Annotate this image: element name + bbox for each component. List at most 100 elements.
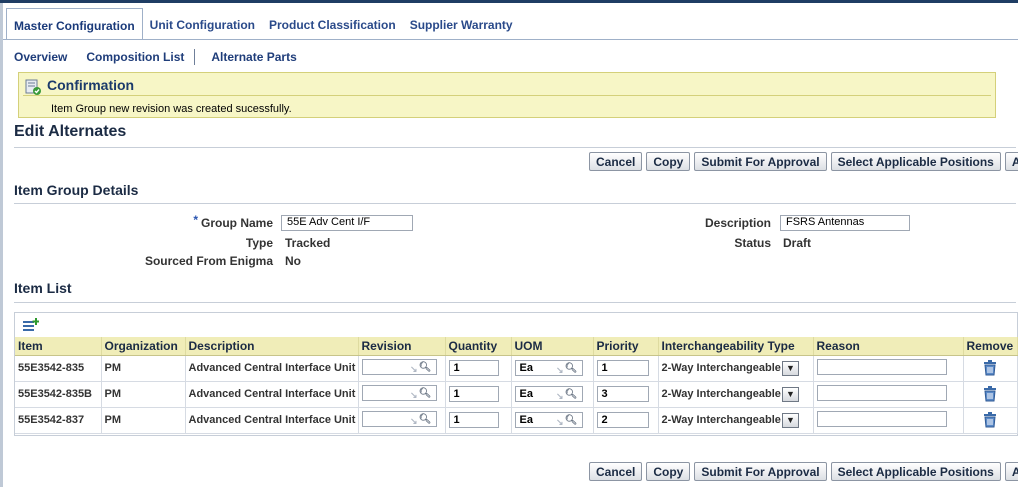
reason-cell (813, 407, 964, 434)
lov-arrow-icon: ↘ (555, 391, 564, 401)
quantity-cell: 1 (445, 381, 512, 408)
quantity-input[interactable]: 1 (448, 412, 499, 428)
tab-master-configuration[interactable]: Master Configuration (6, 8, 143, 40)
col-interchangeability-type: Interchangeability Type (658, 337, 814, 356)
submit-for-approval-button[interactable]: Submit For Approval (694, 152, 827, 171)
bottom-button-row: Cancel Copy Submit For Approval Select A… (589, 462, 1018, 481)
interchangeability-value: 2-Way Interchangeable (661, 362, 781, 374)
cancel-button[interactable]: Cancel (589, 152, 643, 171)
details-divider (14, 203, 1016, 204)
organization-cell: PM (101, 355, 186, 382)
chevron-down-icon[interactable]: ▼ (781, 360, 799, 376)
interchangeability-value: 2-Way Interchangeable (661, 388, 781, 400)
chevron-down-icon[interactable]: ▼ (781, 412, 799, 428)
confirmation-icon (25, 79, 41, 95)
col-organization: Organization (101, 337, 186, 356)
trash-icon[interactable] (983, 386, 997, 402)
trash-icon[interactable] (983, 412, 997, 428)
search-icon[interactable]: 🔍︎ (419, 361, 432, 375)
sub-navigation: Overview Composition List Alternate Part… (14, 49, 297, 65)
item-cell: 55E3542-835B (15, 381, 102, 408)
item-cell: 55E3542-837 (15, 407, 102, 434)
reason-input[interactable] (816, 358, 947, 375)
type-value: Tracked (285, 236, 331, 250)
subtab-composition-list[interactable]: Composition List (86, 50, 184, 64)
col-remove: Remove (963, 337, 1018, 356)
cancel-button[interactable]: Cancel (589, 462, 643, 481)
search-icon[interactable]: 🔍︎ (565, 362, 578, 376)
tab-product-classification[interactable]: Product Classification (262, 8, 403, 40)
description-label: Description (704, 216, 771, 230)
lov-arrow-icon: ↘ (409, 389, 418, 400)
uom-cell: Ea ↘ 🔍︎ (511, 355, 594, 382)
remove-cell (963, 407, 1018, 434)
revision-input[interactable]: ↘ 🔍︎ (361, 410, 437, 427)
trash-icon[interactable] (983, 360, 997, 376)
quantity-cell: 1 (445, 407, 512, 434)
page-title: Edit Alternates (14, 123, 127, 140)
copy-button[interactable]: Copy (646, 462, 691, 481)
submit-for-approval-button[interactable]: Submit For Approval (694, 462, 827, 481)
priority-input[interactable]: 2 (596, 412, 649, 428)
item-list-title: Item List (14, 280, 72, 296)
table-row: 55E3542-837 PM Advanced Central Interface … (15, 407, 1018, 434)
description-field[interactable]: FSRS Antennas (780, 215, 910, 231)
interchangeability-select[interactable]: 2-Way Interchangeable ▼ (661, 360, 799, 376)
interchangeability-select[interactable]: 2-Way Interchangeable ▼ (662, 412, 799, 428)
search-icon[interactable]: 🔍︎ (419, 387, 432, 401)
reason-cell (813, 381, 964, 408)
reason-input[interactable] (816, 384, 947, 401)
priority-input[interactable]: 1 (596, 360, 649, 376)
table-row: 55E3542-835B PM Advanced Central Interface… (15, 381, 1018, 408)
revision-input[interactable]: ↘ 🔍︎ (361, 358, 437, 375)
tab-unit-configuration[interactable]: Unit Configuration (143, 8, 262, 40)
reason-input[interactable] (816, 410, 947, 427)
subtab-alternate-parts[interactable]: Alternate Parts (211, 50, 296, 64)
apply-button[interactable]: Apply (1004, 152, 1018, 171)
group-name-field[interactable]: 55E Adv Cent I/F (281, 215, 413, 231)
revision-input[interactable]: ↘ 🔍︎ (361, 384, 437, 401)
quantity-input[interactable]: 1 (448, 386, 499, 402)
select-applicable-positions-button[interactable]: Select Applicable Positions (830, 462, 1001, 481)
priority-cell: 3 (593, 381, 659, 408)
interchangeability-select[interactable]: 2-Way Interchangeable ▼ (661, 386, 799, 402)
col-revision: Revision (358, 337, 446, 356)
quantity-cell: 1 (445, 355, 512, 382)
copy-button[interactable]: Copy (646, 152, 691, 171)
subtab-overview[interactable]: Overview (14, 50, 67, 64)
item-list-table: Item Organization Description Revision Q… (15, 337, 1018, 434)
subtab-separator (194, 49, 196, 65)
quantity-input[interactable]: 1 (448, 360, 499, 376)
search-icon[interactable]: 🔍︎ (565, 414, 578, 428)
remove-cell (963, 381, 1018, 408)
item-list-table-container: Item Organization Description Revision Q… (14, 312, 1018, 436)
col-quantity: Quantity (445, 337, 512, 356)
tab-supplier-warranty[interactable]: Supplier Warranty (403, 8, 520, 40)
uom-input[interactable]: Ea ↘ 🔍︎ (514, 386, 583, 402)
confirmation-divider (23, 95, 991, 96)
title-divider (14, 147, 1016, 148)
col-description: Description (185, 337, 359, 356)
lov-arrow-icon: ↘ (409, 363, 418, 374)
uom-input[interactable]: Ea ↘ 🔍︎ (514, 412, 583, 428)
apply-button[interactable]: Apply (1004, 462, 1018, 481)
search-icon[interactable]: 🔍︎ (565, 388, 578, 402)
main-tabs: Master Configuration Unit Configuration … (6, 8, 520, 40)
add-row-icon[interactable] (23, 318, 39, 332)
revision-cell: ↘ 🔍︎ (358, 381, 446, 408)
uom-input[interactable]: Ea ↘ 🔍︎ (514, 360, 583, 376)
search-icon[interactable]: 🔍︎ (419, 413, 432, 427)
confirmation-message: Item Group new revision was created suce… (51, 103, 292, 115)
confirmation-box: Confirmation Item Group new revision was… (18, 72, 996, 118)
revision-cell: ↘ 🔍︎ (358, 407, 446, 434)
lov-arrow-icon: ↘ (555, 365, 564, 375)
select-applicable-positions-button[interactable]: Select Applicable Positions (830, 152, 1001, 171)
remove-cell (963, 355, 1018, 382)
description-cell: Advanced Central Interface Unit (185, 407, 359, 434)
interchangeability-cell: 2-Way Interchangeable ▼ (658, 407, 814, 434)
chevron-down-icon[interactable]: ▼ (781, 386, 799, 402)
uom-cell: Ea ↘ 🔍︎ (511, 407, 594, 434)
top-bar (0, 0, 1018, 3)
priority-input[interactable]: 3 (596, 386, 649, 402)
interchangeability-cell: 2-Way Interchangeable ▼ (658, 355, 814, 382)
